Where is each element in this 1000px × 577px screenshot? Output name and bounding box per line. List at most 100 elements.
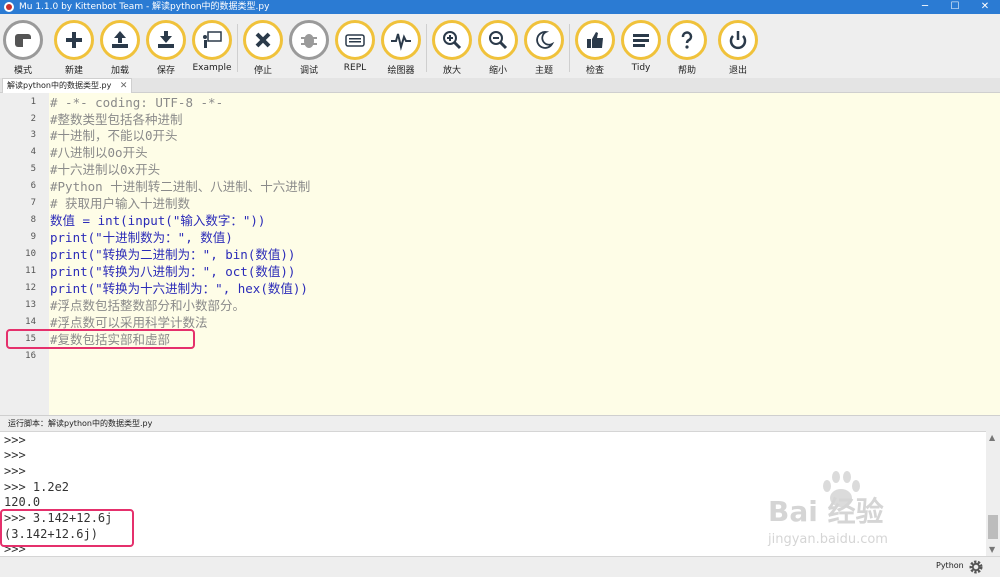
code-line: 11 print("转换为八进制为：", oct(数值)) <box>0 263 1000 280</box>
window-title: Mu 1.1.0 by Kittenbot Team - 解读python中的数… <box>19 2 270 12</box>
code-text: #整数类型包括各种进制 <box>50 112 183 127</box>
toolbar-divider <box>569 24 570 72</box>
line-number: 12 <box>25 283 36 293</box>
code-text: #Python 十进制转二进制、八进制、十六进制 <box>50 179 311 194</box>
stop-button[interactable]: 停止 <box>240 20 286 78</box>
code-line: 16 <box>0 348 1000 365</box>
line-number: 10 <box>25 249 36 259</box>
save-button[interactable]: 保存 <box>143 20 189 78</box>
line-number: 9 <box>30 232 36 242</box>
line-number: 11 <box>25 266 36 276</box>
tab-bar: 解读python中的数据类型.py ✕ <box>0 78 1000 93</box>
repl-scrollbar[interactable]: ▲ ▼ <box>986 431 1000 556</box>
code-line: 3 #十进制，不能以0开头 <box>0 127 1000 144</box>
code-text: print("转换为八进制为：", oct(数值)) <box>50 264 296 279</box>
upload-icon <box>100 20 140 60</box>
toolbar-divider <box>426 24 427 72</box>
toolbar: 模式 新建 加载 保存 Example 停止 调试 REPL 绘图器 放大 缩小… <box>0 14 1000 78</box>
check-label: 检查 <box>585 66 604 76</box>
debug-button[interactable]: 调试 <box>286 20 332 78</box>
zoom-in-label: 放大 <box>442 66 461 76</box>
tidy-button[interactable]: Tidy <box>618 20 664 78</box>
zoom-out-label: 缩小 <box>488 66 507 76</box>
line-number: 13 <box>25 300 36 310</box>
line-number: 5 <box>30 164 36 174</box>
tab-file[interactable]: 解读python中的数据类型.py ✕ <box>2 78 133 93</box>
scrollbar-thumb[interactable] <box>988 515 998 539</box>
mode-indicator[interactable]: Python <box>936 561 964 570</box>
repl-label: REPL <box>343 63 367 73</box>
mode-button[interactable]: 模式 <box>0 20 46 78</box>
line-number: 3 <box>30 130 36 140</box>
code-line: 1 # -*- coding: UTF-8 -*- <box>0 94 1000 111</box>
code-line: 6 #Python 十进制转二进制、八进制、十六进制 <box>0 178 1000 195</box>
mode-icon <box>3 20 43 60</box>
code-line: 7 # 获取用户输入十进制数 <box>0 195 1000 212</box>
code-text: # 获取用户输入十进制数 <box>50 196 191 211</box>
maximize-button[interactable]: ☐ <box>940 0 970 14</box>
minimize-button[interactable]: ─ <box>910 0 940 14</box>
code-text: print("十进制数为：", 数值) <box>50 230 233 245</box>
zoom-in-icon <box>432 20 472 60</box>
repl-line: >>> <box>4 448 26 462</box>
repl-line: >>> <box>4 433 26 447</box>
new-button[interactable]: 新建 <box>51 20 97 78</box>
code-text: #八进制以0o开头 <box>50 145 148 160</box>
line-number: 4 <box>30 147 36 157</box>
repl-line: >>> 1.2e2 <box>4 480 70 494</box>
code-editor[interactable]: 1 # -*- coding: UTF-8 -*- 2 #整数类型包括各种进制 3 #… <box>0 93 1000 415</box>
code-line: 13 #浮点数包括整数部分和小数部分。 <box>0 297 1000 314</box>
title-bar: Mu 1.1.0 by Kittenbot Team - 解读python中的数… <box>0 0 1000 14</box>
load-button[interactable]: 加载 <box>97 20 143 78</box>
help-icon <box>667 20 707 60</box>
help-button[interactable]: 帮助 <box>664 20 710 78</box>
plotter-label: 绘图器 <box>387 66 415 76</box>
theme-label: 主题 <box>534 66 553 76</box>
tab-close-icon[interactable]: ✕ <box>120 81 128 91</box>
zoom-out-icon <box>478 20 518 60</box>
quit-label: 退出 <box>728 66 747 76</box>
zoom-in-button[interactable]: 放大 <box>429 20 475 78</box>
download-icon <box>146 20 186 60</box>
scroll-up-icon[interactable]: ▲ <box>989 433 995 442</box>
highlight-box-line-15 <box>6 329 195 349</box>
repl-line: >>> <box>4 464 26 478</box>
check-button[interactable]: 检查 <box>572 20 618 78</box>
mu-logo-icon <box>4 2 14 12</box>
code-text: #十进制，不能以0开头 <box>50 128 178 143</box>
line-number: 1 <box>30 97 36 107</box>
example-button[interactable]: Example <box>189 20 235 78</box>
quit-button[interactable]: 退出 <box>715 20 761 78</box>
line-number: 2 <box>30 114 36 124</box>
repl-button[interactable]: REPL <box>332 20 378 78</box>
watermark-url: jingyan.baidu.com <box>768 532 888 547</box>
repl-line: 120.0 <box>4 495 41 509</box>
scroll-down-icon[interactable]: ▼ <box>989 545 995 554</box>
line-number: 8 <box>30 215 36 225</box>
moon-icon <box>524 20 564 60</box>
watermark-brand: Bai 经验 <box>768 495 884 528</box>
help-label: 帮助 <box>677 66 696 76</box>
stop-label: 停止 <box>253 66 272 76</box>
code-text: # -*- coding: UTF-8 -*- <box>50 95 224 110</box>
highlight-box-repl <box>0 509 134 547</box>
tab-file-label: 解读python中的数据类型.py <box>7 81 112 90</box>
keyboard-icon <box>335 20 375 60</box>
status-bar: Python <box>0 556 1000 577</box>
plotter-button[interactable]: 绘图器 <box>378 20 424 78</box>
close-window-button[interactable]: ✕ <box>970 0 1000 14</box>
example-icon <box>192 20 232 60</box>
gear-icon[interactable] <box>968 559 984 575</box>
new-label: 新建 <box>64 66 83 76</box>
mode-label: 模式 <box>13 66 32 76</box>
toolbar-divider <box>237 24 238 72</box>
debug-label: 调试 <box>299 66 318 76</box>
zoom-out-button[interactable]: 缩小 <box>475 20 521 78</box>
theme-button[interactable]: 主题 <box>521 20 567 78</box>
load-label: 加载 <box>110 66 129 76</box>
tidy-label: Tidy <box>631 63 651 73</box>
line-number: 16 <box>25 351 36 361</box>
baidu-watermark: Bai 经验 jingyan.baidu.com <box>768 470 968 560</box>
code-line: 12 print("转换为十六进制为：", hex(数值)) <box>0 280 1000 297</box>
tidy-icon <box>621 20 661 60</box>
